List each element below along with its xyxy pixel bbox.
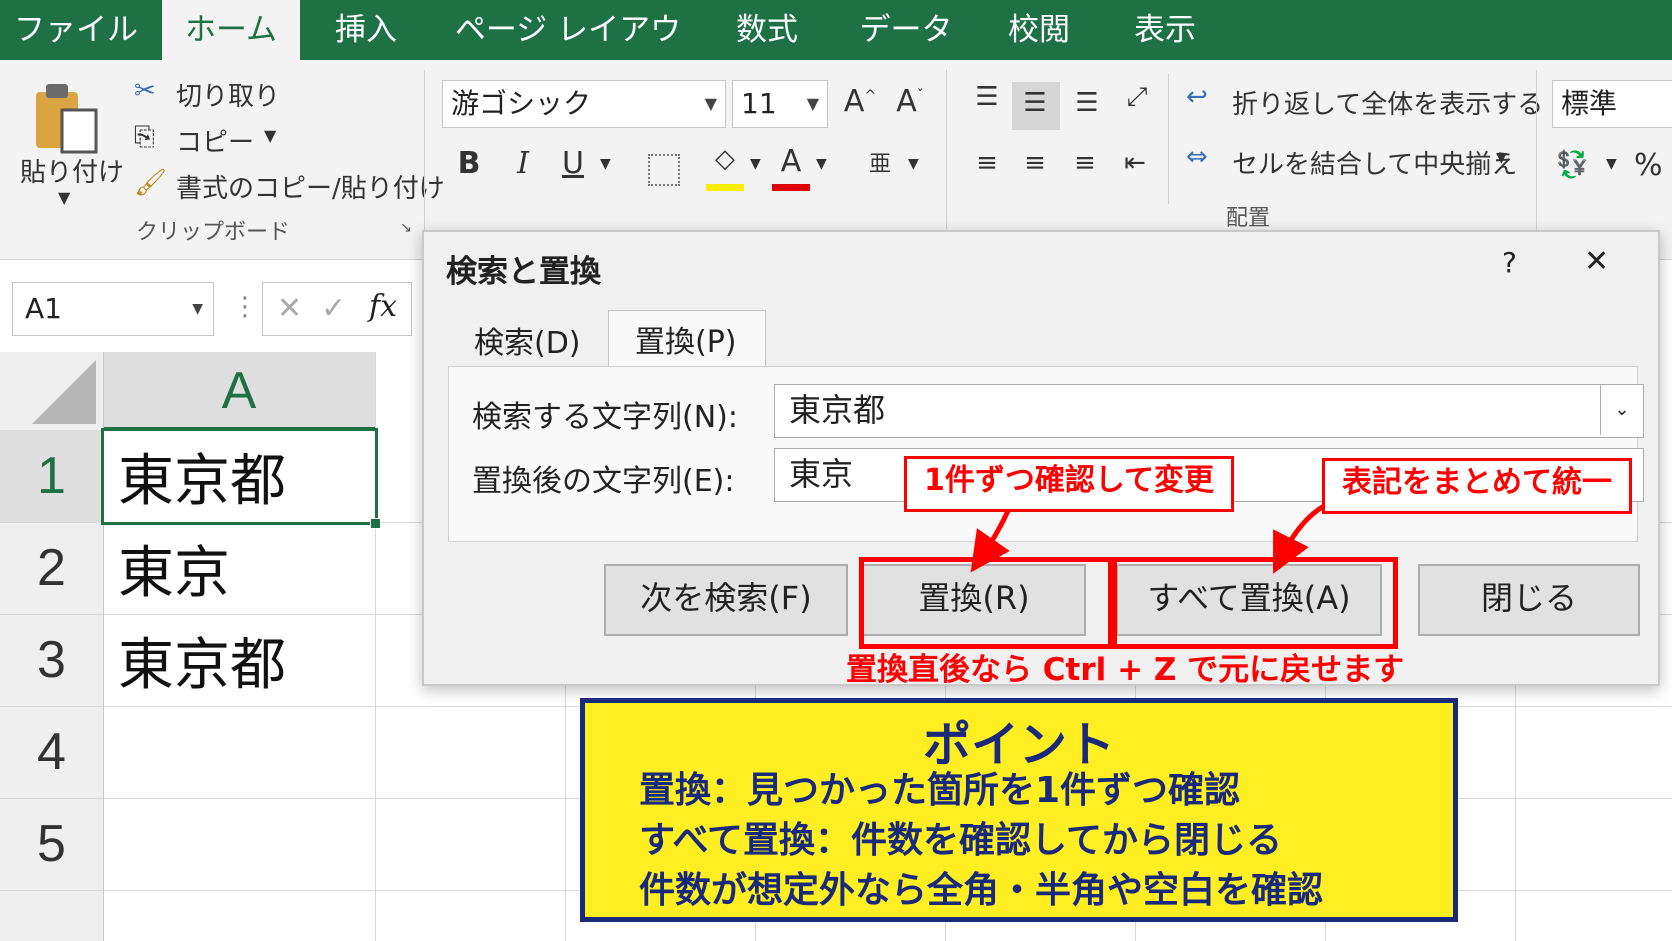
point-line-3: 件数が想定外なら全角・半角や空白を確認 — [639, 870, 1324, 911]
point-line-2: すべて置換：件数を確認してから閉じる — [639, 820, 1282, 861]
callout-replace-all: 表記をまとめて統一 — [1322, 458, 1632, 514]
callout-arrow-replace — [970, 505, 1013, 573]
undo-note: 置換直後なら Ctrl + Z で元に戻せます — [846, 652, 1405, 688]
callout-replace: 1件ずつ確認して変更 — [904, 456, 1234, 512]
point-line-1: 置換：見つかった箇所を1件ずつ確認 — [639, 770, 1241, 811]
callout-arrow-replace-all — [1273, 503, 1326, 574]
point-box: ポイント 置換：見つかった箇所を1件ずつ確認 すべて置換：件数を確認してから閉じ… — [580, 698, 1458, 922]
